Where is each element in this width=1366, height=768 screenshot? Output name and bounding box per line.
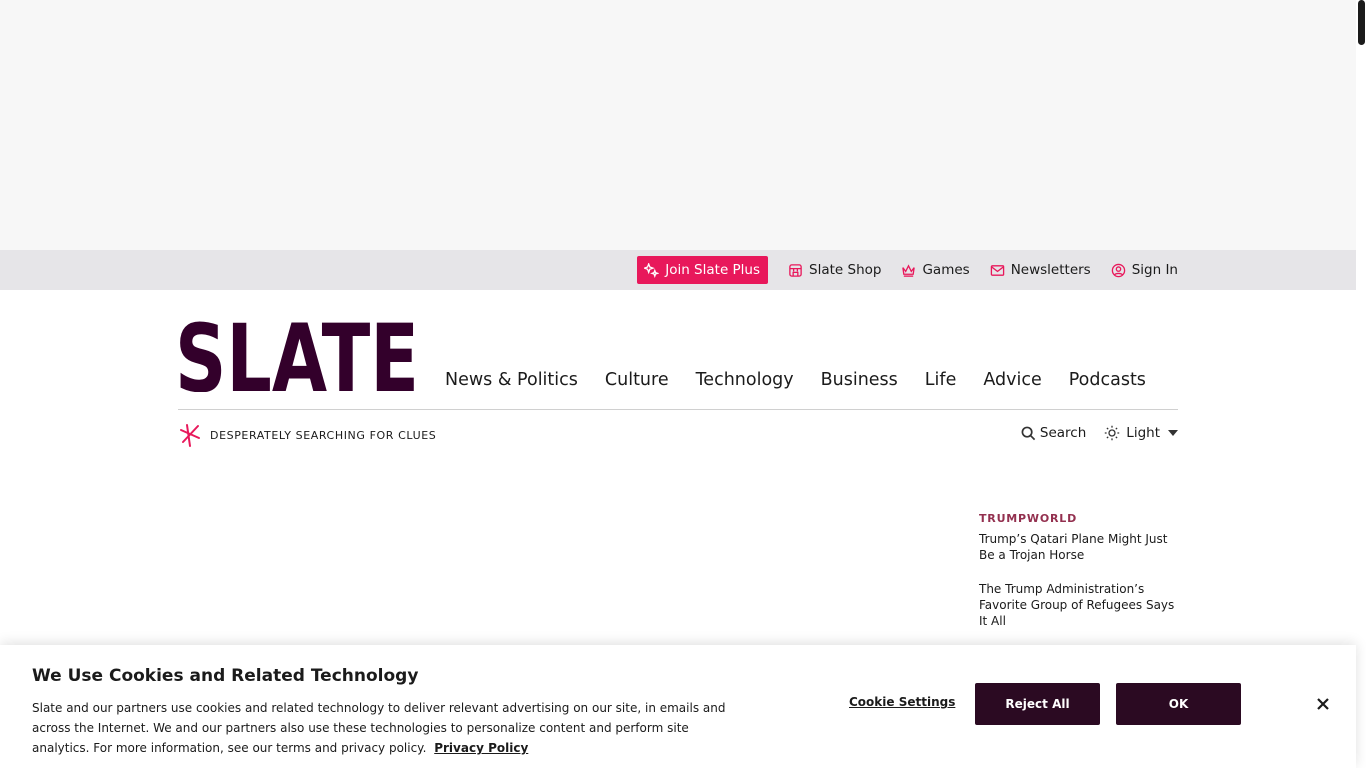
sign-in-link[interactable]: Sign In xyxy=(1111,262,1178,278)
header-tools: Search Light xyxy=(1021,425,1178,441)
svg-text:SLATE: SLATE xyxy=(178,319,418,392)
right-rail: TRUMPWORLD Trump’s Qatari Plane Might Ju… xyxy=(979,512,1179,647)
nav-item-life[interactable]: Life xyxy=(925,370,957,390)
slate-logo[interactable]: SLATE xyxy=(178,319,418,392)
theme-label: Light xyxy=(1126,425,1160,441)
scrollbar-thumb[interactable] xyxy=(1358,0,1365,45)
rail-story[interactable]: Trump’s Qatari Plane Might Just Be a Tro… xyxy=(979,531,1179,563)
user-icon xyxy=(1111,263,1125,277)
nav-item-podcasts[interactable]: Podcasts xyxy=(1069,370,1146,390)
cookie-body-text: Slate and our partners use cookies and r… xyxy=(32,701,726,755)
search-button[interactable]: Search xyxy=(1021,425,1086,441)
ad-slot xyxy=(0,0,1356,250)
privacy-policy-link[interactable]: Privacy Policy xyxy=(434,741,528,755)
sun-icon xyxy=(1105,425,1120,441)
promo-kicker[interactable]: DESPERATELY SEARCHING FOR CLUES xyxy=(178,422,436,448)
shop-icon xyxy=(789,263,802,277)
join-slate-plus-button[interactable]: Join Slate Plus xyxy=(637,256,769,284)
crown-icon xyxy=(902,263,916,277)
newsletters-label: Newsletters xyxy=(1010,262,1091,278)
slate-logo-mark: SLATE xyxy=(178,319,418,392)
asterisk-brand-icon xyxy=(180,424,200,447)
theme-toggle[interactable]: Light xyxy=(1104,425,1178,441)
cookie-body: Slate and our partners use cookies and r… xyxy=(32,698,732,758)
sign-in-label: Sign In xyxy=(1131,262,1178,278)
close-banner-button[interactable] xyxy=(1315,696,1331,712)
shop-label: Slate Shop xyxy=(809,262,882,278)
main-nav: News & Politics Culture Technology Busin… xyxy=(445,370,1173,390)
rail-story[interactable]: The Trump Administration’s Favorite Grou… xyxy=(979,581,1179,629)
search-label: Search xyxy=(1039,425,1087,441)
chevron-down-icon xyxy=(1168,430,1178,436)
rail-kicker[interactable]: TRUMPWORLD xyxy=(979,512,1179,525)
nav-item-technology[interactable]: Technology xyxy=(696,370,794,390)
masthead: SLATE News & Politics Culture Technology… xyxy=(178,290,1178,410)
utility-links: Join Slate Plus Slate Shop Games Newslet… xyxy=(637,250,1178,290)
ok-button[interactable]: OK xyxy=(1116,683,1241,725)
cookie-banner: We Use Cookies and Related Technology Sl… xyxy=(0,645,1356,768)
join-label: Join Slate Plus xyxy=(665,262,761,278)
nav-item-business[interactable]: Business xyxy=(821,370,898,390)
search-icon xyxy=(1021,426,1036,440)
cookie-title: We Use Cookies and Related Technology xyxy=(32,666,419,686)
nav-item-news-politics[interactable]: News & Politics xyxy=(445,370,578,390)
slate-shop-link[interactable]: Slate Shop xyxy=(788,262,881,278)
cookie-settings-button[interactable]: Cookie Settings xyxy=(849,695,955,709)
mail-icon xyxy=(990,264,1004,276)
utility-bar: Join Slate Plus Slate Shop Games Newslet… xyxy=(0,250,1356,290)
kicker-text: DESPERATELY SEARCHING FOR CLUES xyxy=(210,428,437,442)
games-label: Games xyxy=(922,262,970,278)
games-link[interactable]: Games xyxy=(901,262,970,278)
scrollbar[interactable] xyxy=(1356,0,1366,768)
nav-item-advice[interactable]: Advice xyxy=(983,370,1041,390)
newsletters-link[interactable]: Newsletters xyxy=(990,262,1091,278)
nav-item-culture[interactable]: Culture xyxy=(605,370,669,390)
sparkle-icon xyxy=(644,262,660,278)
sub-bar: DESPERATELY SEARCHING FOR CLUES Search L… xyxy=(178,420,1178,450)
reject-all-button[interactable]: Reject All xyxy=(975,683,1100,725)
close-icon xyxy=(1317,698,1329,710)
